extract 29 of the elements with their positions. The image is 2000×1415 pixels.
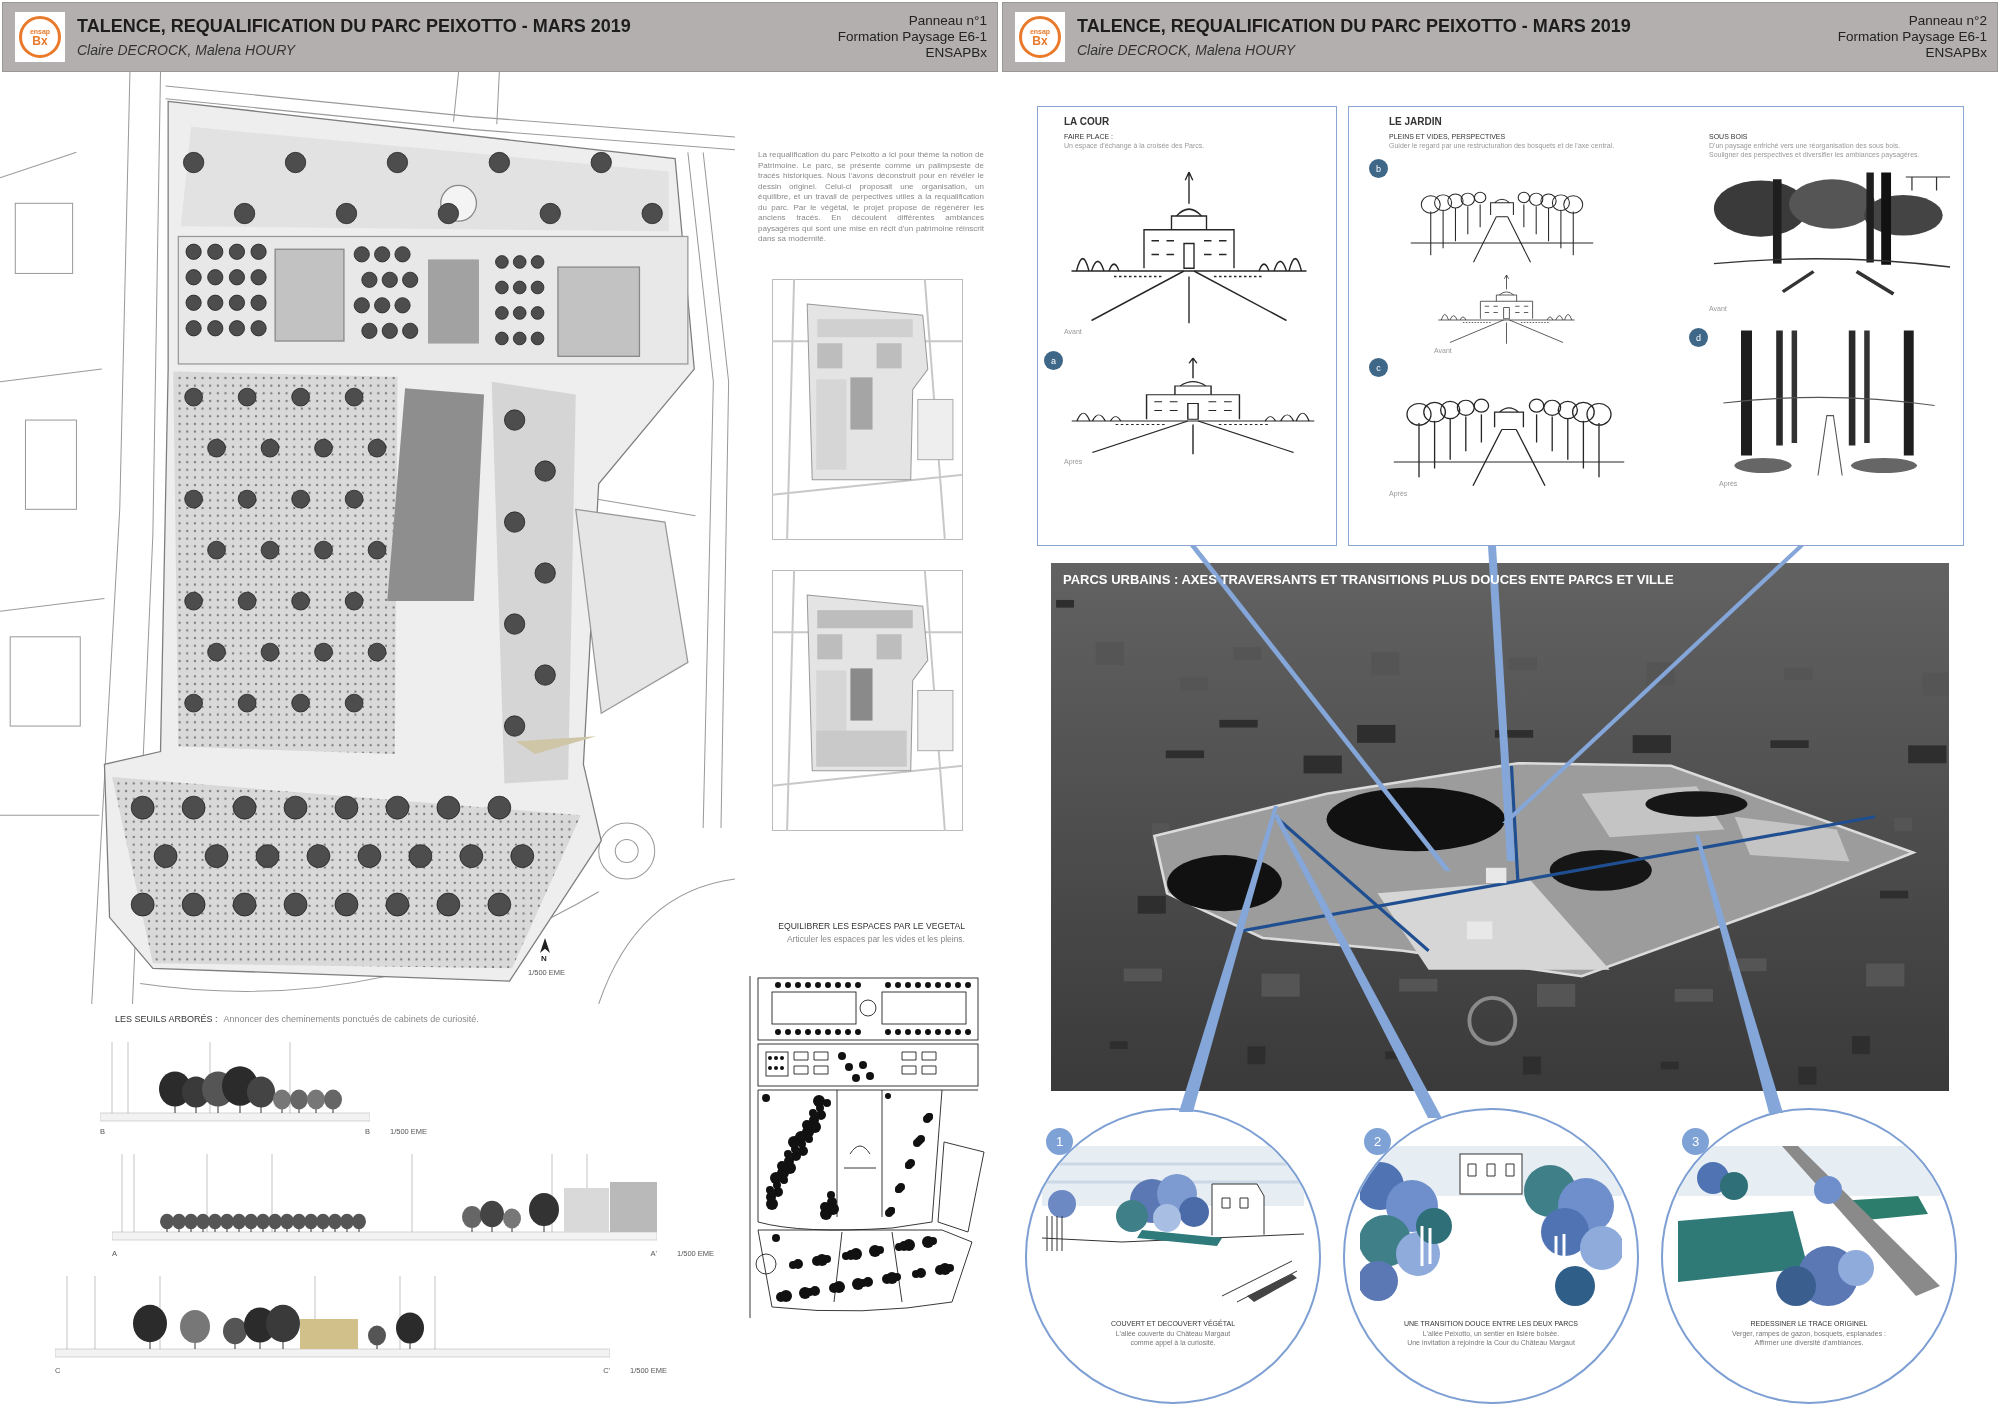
letter-badge: b bbox=[1369, 159, 1388, 178]
sections-subtitle: Annoncer des cheminements ponctués de cabinets de curiosité. bbox=[223, 1014, 479, 1024]
vegetation-plan-subtitle: Articuler les espaces par les vides et les pleins. bbox=[786, 933, 965, 944]
sections-heading: LES SEUILS ARBORÉS : bbox=[115, 1014, 218, 1024]
panel-number: Panneau n°1 bbox=[908, 12, 987, 29]
letter-badge: a bbox=[1044, 351, 1063, 370]
number-badge: 3 bbox=[1682, 1128, 1709, 1155]
course-name: Formation Paysage E6-1 bbox=[1837, 28, 1987, 46]
authors-line: Claire DECROCK, Malena HOURY bbox=[77, 42, 297, 58]
logo-text: Bx bbox=[1032, 34, 1048, 47]
school-name: ENSAPBx bbox=[1925, 45, 1987, 62]
panel-number: Panneau n°2 bbox=[1908, 12, 1987, 29]
poster-title: TALENCE, REQUALIFICATION DU PARC PEIXOTTO - MARS 2019 bbox=[77, 16, 631, 37]
authors-line: Claire DECROCK, Malena HOURY bbox=[1077, 42, 1297, 58]
roundabout bbox=[1467, 996, 1518, 1046]
letter-badge: c bbox=[1369, 358, 1388, 377]
panel-heading: LE JARDIN bbox=[1389, 116, 1443, 127]
north-label: N bbox=[541, 954, 547, 963]
logo-text: Bx bbox=[32, 34, 48, 47]
number-badge: 1 bbox=[1046, 1128, 1073, 1155]
school-name: ENSAPBx bbox=[925, 45, 987, 62]
number-badge: 2 bbox=[1364, 1128, 1391, 1155]
letter-badge: d bbox=[1689, 328, 1708, 347]
course-name: Formation Paysage E6-1 bbox=[837, 28, 987, 46]
poster-title: TALENCE, REQUALIFICATION DU PARC PEIXOTTO - MARS 2019 bbox=[1077, 16, 1631, 37]
intro-paragraph: La requalification du parc Peixotto a ici pour thème la notion de Patrimoine. Le parc, se présente comme un palimpseste de tracés historiques. Nous l'avons déconstruit pour en révéler le dessin originel. Celui-ci proposait une organisation, un équilibre, et un travail de perpectives utiles à la requalification du parc. Par le végétal, le projet propose de régénérer les anciens tracés. En découlent différentes ambiances paysagères qui sont une mise en récit d'un patrimoine réinscrit dans sa modernité. bbox=[758, 150, 984, 245]
panel-heading: LA COUR bbox=[1064, 116, 1111, 127]
north-arrow-icon bbox=[540, 938, 550, 953]
vegetation-plan-title: EQUILIBRER LES ESPACES PAR LE VEGETAL bbox=[778, 920, 965, 931]
